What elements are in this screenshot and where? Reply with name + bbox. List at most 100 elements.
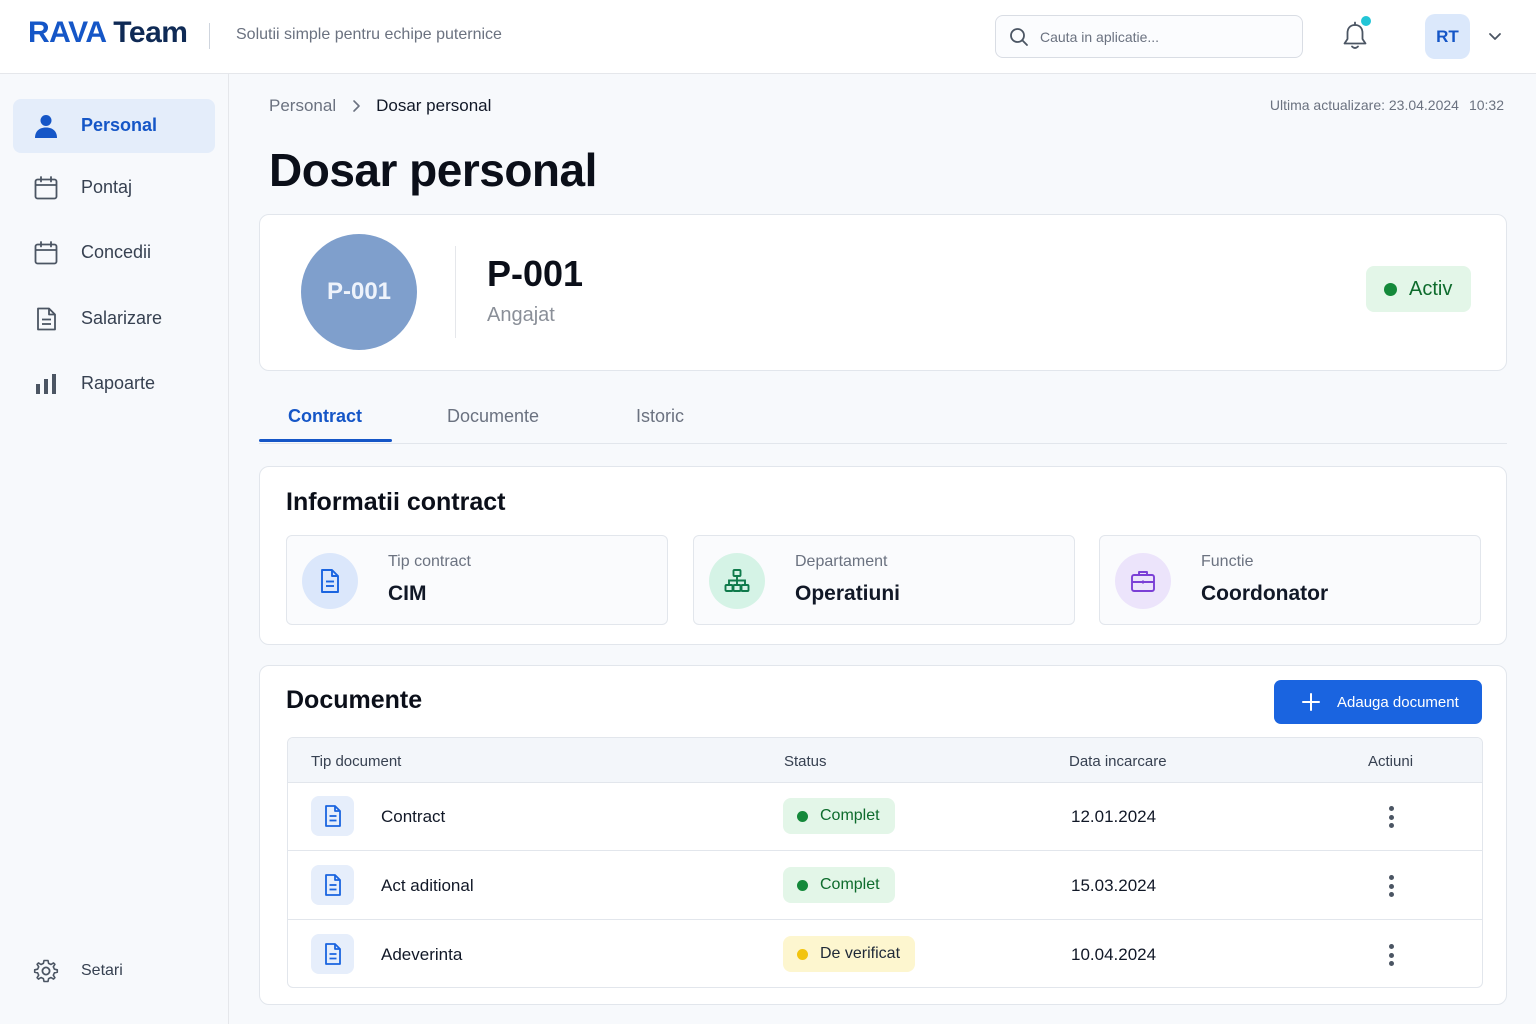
employee-id: P-001	[487, 253, 584, 294]
table-row[interactable]: Act aditional Complet 15.03.2024	[288, 852, 1482, 920]
table-row[interactable]: Adeverinta De verificat 10.04.2024	[288, 921, 1482, 987]
sidebar-item-salarizare[interactable]: Salarizare	[13, 292, 215, 346]
document-name: Contract	[381, 807, 446, 826]
info-value: Coordonator	[1201, 582, 1329, 605]
app-header: RAVA Team Solutii simple pentru echipe p…	[0, 0, 1536, 74]
last-updated: Ultima actualizare: 23.04.2024 10:32	[1270, 97, 1504, 113]
column-header-data-incarcare: Data incarcare	[1069, 753, 1167, 770]
column-header-tip-document: Tip document	[311, 753, 402, 770]
column-header-status: Status	[784, 753, 827, 770]
status-label: De verificat	[820, 945, 901, 962]
notification-dot	[1361, 16, 1371, 26]
logo-suffix: Team	[105, 16, 188, 49]
upload-date: 15.03.2024	[1071, 876, 1157, 895]
sidebar-item-label: Rapoarte	[81, 373, 156, 393]
chevron-down-icon[interactable]	[1487, 28, 1503, 44]
employee-avatar: P-001	[301, 234, 417, 350]
table-header: Tip document Status Data incarcare Actiu…	[288, 738, 1482, 783]
sidebar-item-label: Personal	[81, 115, 158, 135]
last-updated-label: Ultima actualizare: 23.04.2024	[1269, 97, 1459, 113]
column-header-actiuni: Actiuni	[1368, 753, 1414, 770]
tab-istoric[interactable]: Istoric	[636, 406, 684, 427]
status-dot	[797, 879, 808, 891]
info-label: Tip contract	[388, 553, 471, 570]
table-row[interactable]: Contract Complet 12.01.2024	[288, 783, 1482, 851]
user-avatar-button[interactable]: RT	[1425, 14, 1470, 59]
profile-card: P-001 P-001 Angajat Activ	[259, 214, 1507, 371]
briefcase-icon	[1115, 553, 1171, 609]
profile-divider	[455, 246, 456, 338]
search-icon	[1010, 28, 1028, 46]
status-badge: De verificat	[783, 936, 916, 972]
sidebar: Personal Pontaj Concedii Salarizare Rapo…	[0, 74, 229, 1024]
user-icon	[35, 115, 57, 138]
status-label: Activ	[1409, 277, 1453, 300]
calendar-icon	[34, 176, 58, 200]
app-tagline: Solutii simple pentru echipe puternice	[236, 26, 502, 43]
header-divider	[209, 23, 210, 49]
status-badge: Complet	[783, 798, 895, 834]
sidebar-item-pontaj[interactable]: Pontaj	[13, 161, 215, 215]
more-actions-icon[interactable]	[1381, 941, 1401, 969]
calendar-icon	[34, 241, 58, 265]
last-updated-time: 10:32	[1468, 97, 1504, 113]
status-dot	[797, 948, 808, 960]
breadcrumb-current: Dosar personal	[376, 96, 492, 115]
notifications-button[interactable]	[1340, 16, 1371, 52]
info-label: Departament	[795, 553, 888, 570]
contract-info-card: Informatii contract Tip contract CIM Dep…	[259, 466, 1507, 645]
document-icon	[311, 934, 354, 974]
status-label: Complet	[820, 876, 880, 893]
breadcrumb-parent[interactable]: Personal	[269, 96, 336, 116]
status-badge: Complet	[783, 867, 895, 903]
search-box	[995, 15, 1303, 58]
status-badge: Activ	[1366, 266, 1471, 312]
gear-icon	[33, 959, 59, 983]
info-tip-contract: Tip contract CIM	[286, 535, 668, 625]
sidebar-item-rapoarte[interactable]: Rapoarte	[13, 357, 215, 411]
more-actions-icon[interactable]	[1381, 872, 1401, 900]
info-label: Functie	[1201, 553, 1254, 570]
document-icon	[311, 865, 354, 905]
sidebar-item-label: Salarizare	[81, 308, 163, 328]
documents-table: Tip document Status Data incarcare Actiu…	[287, 737, 1483, 988]
sidebar-item-settings[interactable]: Setari	[13, 944, 215, 998]
employee-role: Angajat	[487, 304, 555, 326]
sidebar-item-label: Concedii	[81, 242, 152, 262]
document-name: Act aditional	[381, 876, 474, 895]
documents-card: Documente Adauga document Tip document S…	[259, 665, 1507, 1005]
page-title: Dosar personal	[269, 144, 597, 196]
upload-date: 12.01.2024	[1071, 807, 1157, 826]
sidebar-item-concedii[interactable]: Concedii	[13, 226, 215, 280]
status-dot	[797, 810, 808, 822]
logo-brand: RAVA	[28, 16, 106, 49]
add-document-button[interactable]: Adauga document	[1274, 680, 1482, 724]
search-input[interactable]	[1040, 26, 1290, 48]
add-document-label: Adauga document	[1337, 693, 1459, 711]
tab-bar: Contract Documente Istoric	[259, 392, 1507, 444]
settings-label: Setari	[81, 962, 123, 979]
document-icon	[311, 796, 354, 836]
more-actions-icon[interactable]	[1381, 803, 1401, 831]
app-logo[interactable]: RAVA Team	[28, 16, 188, 50]
documents-section-title: Documente	[286, 686, 423, 714]
tab-contract[interactable]: Contract	[288, 406, 362, 427]
document-icon	[37, 307, 56, 331]
tab-documente[interactable]: Documente	[447, 406, 539, 427]
info-departament: Departament Operatiuni	[693, 535, 1075, 625]
status-dot	[1384, 282, 1397, 296]
sidebar-item-personal[interactable]: Personal	[13, 99, 215, 153]
info-value: Operatiuni	[795, 582, 901, 605]
plus-icon	[1302, 693, 1320, 711]
sidebar-item-label: Pontaj	[81, 177, 133, 197]
info-functie: Functie Coordonator	[1099, 535, 1481, 625]
chevron-right-icon	[350, 99, 362, 113]
bar-chart-icon	[36, 374, 56, 394]
contract-section-title: Informatii contract	[286, 488, 506, 516]
document-icon	[302, 553, 358, 609]
org-chart-icon	[709, 553, 765, 609]
active-tab-indicator	[259, 439, 392, 442]
upload-date: 10.04.2024	[1071, 945, 1157, 964]
status-label: Complet	[820, 807, 880, 824]
info-value: CIM	[388, 582, 427, 605]
